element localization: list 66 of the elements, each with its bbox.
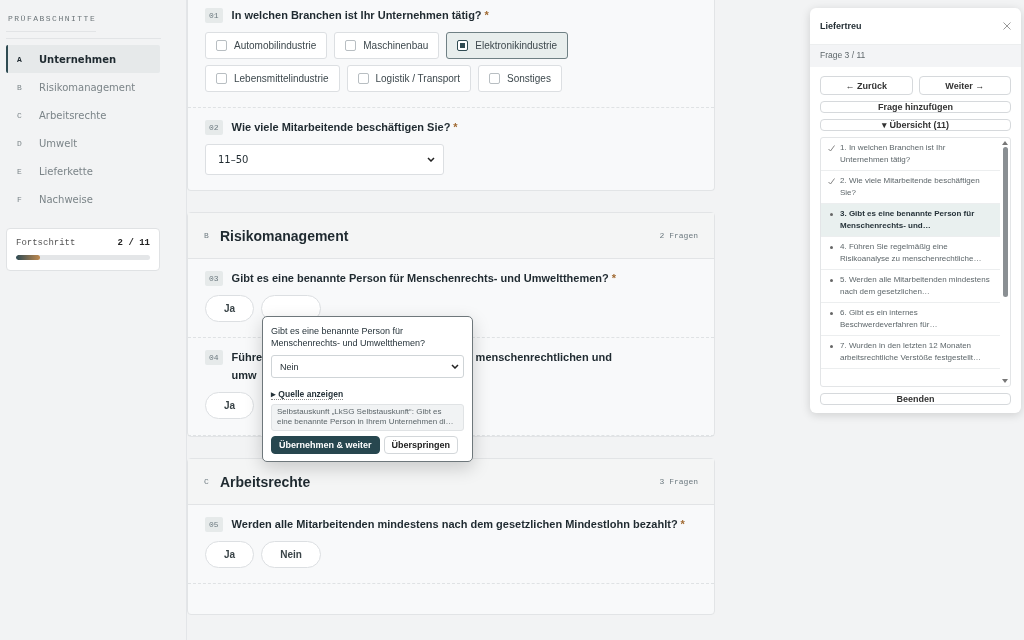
overview-item[interactable]: 5. Werden alle Mitarbeitenden mindestens nach dem gesetzlichen…	[821, 270, 1000, 303]
add-question-button[interactable]: Frage hinzufügen	[820, 101, 1011, 113]
sidebar-item[interactable]: E Lieferkette	[6, 157, 160, 185]
scroll-up-icon[interactable]	[1002, 141, 1008, 145]
sidebar-item[interactable]: D Umwelt	[6, 129, 160, 157]
section-title: Risikomanagement	[220, 227, 350, 244]
scroll-down-icon[interactable]	[1002, 379, 1008, 383]
option-checkbox[interactable]: Elektronikindustrie	[446, 32, 569, 59]
next-button[interactable]: Weiter →	[918, 76, 1011, 95]
overview-item[interactable]: 3. Gibt es eine benannte Person für Menschenrechts- und…	[821, 204, 1000, 237]
apply-button[interactable]: Übernehmen & weiter	[271, 436, 380, 454]
answer-button[interactable]: Ja	[205, 392, 254, 419]
question-title: Wie viele Mitarbeitende beschäftigen Sie?	[231, 121, 451, 133]
chevron-down-icon	[451, 364, 459, 369]
question-title: In welchen Branchen ist Ihr Unternehmen tätig?	[231, 9, 482, 21]
sidebar-item[interactable]: C Arbeitsrechte	[6, 101, 160, 129]
option-checkbox[interactable]: Lebensmittelindustrie	[205, 65, 340, 92]
question-text: Führe	[231, 350, 263, 365]
required-asterisk: *	[611, 272, 616, 284]
sidebar-item[interactable]: A Unternehmen	[6, 45, 160, 73]
progress-label: Fortschritt	[16, 238, 76, 248]
sidebar-heading: PRÜFABSCHNITTE	[6, 14, 97, 32]
back-button[interactable]: ← Zurück	[820, 76, 913, 95]
required-asterisk: *	[484, 9, 489, 21]
section-title: Arbeitsrechte	[220, 473, 312, 490]
section-letter: B	[204, 231, 210, 240]
option-checkbox[interactable]: Logistik / Transport	[346, 65, 471, 92]
question-number: 02	[205, 120, 223, 135]
progress-count: 2 / 11	[117, 238, 150, 248]
overview-item[interactable]: 1. In welchen Branchen ist Ihr Unternehmen tätig?	[821, 138, 1000, 171]
overview-item[interactable]: 4. Führen Sie regelmäßig eine Risikoanalyse zu menschenrechtliche…	[821, 237, 1000, 270]
option-checkbox[interactable]: Maschinenbau	[334, 32, 440, 59]
overview-toggle[interactable]: ▾ Übersicht (11)	[820, 119, 1011, 131]
finish-button[interactable]: Beenden	[820, 393, 1011, 405]
source-text: Selbstauskunft „LkSG Selbstauskunft“: Gibt es eine benannte Person in Ihrem Unternehmen di…	[271, 404, 464, 431]
question-number: 05	[205, 517, 223, 532]
select-field[interactable]: 11–50	[205, 144, 444, 175]
required-asterisk: *	[680, 518, 685, 530]
question-number: 03	[205, 271, 223, 286]
overview-item[interactable]: 7. Wurden in den letzten 12 Monaten arbeitsrechtliche Verstöße festgestellt…	[821, 336, 1000, 369]
sidebar-item[interactable]: B Risikomanagement	[6, 73, 160, 101]
question-text: menschenrechtlichen und	[475, 350, 612, 365]
question-counter: Frage 3 / 11	[820, 50, 866, 60]
popup-question: Gibt es eine benannte Person für Menschenrechts- und Umweltthemen?	[271, 325, 427, 349]
question-number: 01	[205, 8, 223, 23]
answer-select[interactable]: Nein	[271, 355, 464, 378]
overview-item[interactable]: 6. Gibt es ein internes Beschwerdeverfahren für…	[821, 303, 1000, 336]
panel-title: Liefertreu	[820, 21, 862, 31]
question-count: 2 Fragen	[659, 231, 698, 240]
answer-button[interactable]: Ja	[205, 541, 254, 568]
required-asterisk: *	[453, 121, 458, 133]
answer-button[interactable]: Ja	[205, 295, 254, 322]
skip-button[interactable]: Überspringen	[383, 436, 459, 454]
close-icon[interactable]	[1003, 22, 1011, 30]
question-number: 04	[205, 350, 223, 365]
question-title: Gibt es eine benannte Person für Menschenrechts- und Umweltthemen?	[231, 272, 609, 284]
source-toggle[interactable]: ▸ Quelle anzeigen	[271, 389, 344, 400]
option-checkbox[interactable]: Automobilindustrie	[205, 32, 328, 59]
question-text: umw	[231, 368, 257, 383]
chevron-down-icon	[427, 157, 435, 162]
answer-button[interactable]: Nein	[261, 541, 321, 568]
question-title: Werden alle Mitarbeitenden mindestens nach dem gesetzlichen Mindestlohn bezahlt?	[231, 518, 678, 530]
sidebar-item[interactable]: F Nachweise	[6, 185, 160, 213]
question-count: 3 Fragen	[659, 477, 698, 486]
option-checkbox[interactable]: Sonstiges	[478, 65, 562, 92]
section-letter: C	[204, 477, 210, 486]
